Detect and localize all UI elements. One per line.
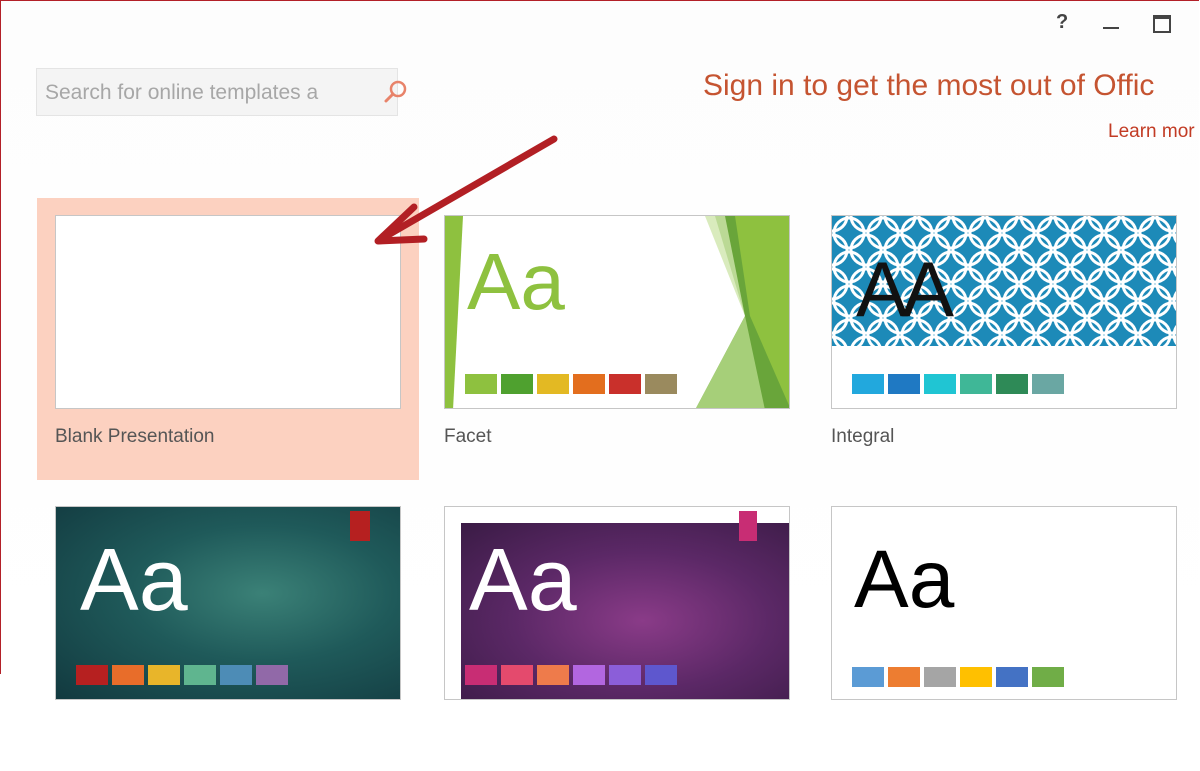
sign-in-prompt[interactable]: Sign in to get the most out of Offic <box>703 69 1154 103</box>
swatch <box>465 665 497 685</box>
sample-heading-text: Aa <box>80 530 188 629</box>
swatch <box>960 374 992 394</box>
template-search-box <box>36 68 407 116</box>
color-swatches <box>465 374 677 394</box>
template-thumbnail: Aa <box>55 506 401 700</box>
swatch <box>112 665 144 685</box>
swatch <box>852 667 884 687</box>
start-screen: ? Sign in to get the most out of Offic L… <box>0 0 1199 700</box>
swatch <box>645 374 677 394</box>
swatch <box>148 665 180 685</box>
swatch <box>573 374 605 394</box>
swatch <box>256 665 288 685</box>
search-input[interactable] <box>43 75 347 111</box>
swatch <box>76 665 108 685</box>
swatch <box>645 665 677 685</box>
swatch <box>996 667 1028 687</box>
swatch <box>1032 374 1064 394</box>
swatch <box>609 665 641 685</box>
swatch <box>888 374 920 394</box>
swatch <box>501 665 533 685</box>
sample-heading-text: AA <box>856 245 954 333</box>
sample-heading-text: Aa <box>854 534 955 625</box>
swatch <box>960 667 992 687</box>
swatch <box>888 667 920 687</box>
swatch <box>465 374 497 394</box>
swatch <box>996 374 1028 394</box>
swatch <box>609 374 641 394</box>
annotation-arrow-icon <box>374 135 558 245</box>
sample-heading-text: Aa <box>469 530 577 629</box>
swatch <box>924 374 956 394</box>
template-name: Integral <box>831 426 895 447</box>
template-thumbnail: AA <box>831 215 1177 409</box>
color-swatches <box>852 374 1064 394</box>
help-button[interactable]: ? <box>1056 11 1068 34</box>
template-name: Blank Presentation <box>55 426 215 447</box>
template-tile-teal[interactable]: Aa <box>37 489 419 771</box>
swatch <box>573 665 605 685</box>
accent-tab <box>350 511 370 541</box>
template-thumbnail: Aa <box>444 506 790 700</box>
template-tile-purple[interactable]: Aa <box>426 489 808 771</box>
template-tile-blank[interactable]: Blank Presentation <box>37 198 419 480</box>
color-swatches <box>465 665 677 685</box>
template-thumbnail <box>55 215 401 409</box>
maximize-button[interactable] <box>1153 15 1171 33</box>
swatch <box>537 665 569 685</box>
search-icon[interactable] <box>383 79 409 105</box>
swatch <box>1032 667 1064 687</box>
template-tile-integral[interactable]: AA Integral <box>813 198 1195 480</box>
swatch <box>220 665 252 685</box>
minimize-button[interactable] <box>1103 27 1119 29</box>
swatch <box>501 374 533 394</box>
accent-tab <box>739 511 757 541</box>
learn-more-link[interactable]: Learn mor <box>1108 121 1195 143</box>
swatch <box>924 667 956 687</box>
swatch <box>852 374 884 394</box>
template-thumbnail: Aa <box>831 506 1177 700</box>
swatch <box>184 665 216 685</box>
color-swatches <box>76 665 288 685</box>
color-swatches <box>852 667 1064 687</box>
template-tile-office[interactable]: Aa <box>813 489 1195 771</box>
template-name: Facet <box>444 426 492 447</box>
swatch <box>537 374 569 394</box>
